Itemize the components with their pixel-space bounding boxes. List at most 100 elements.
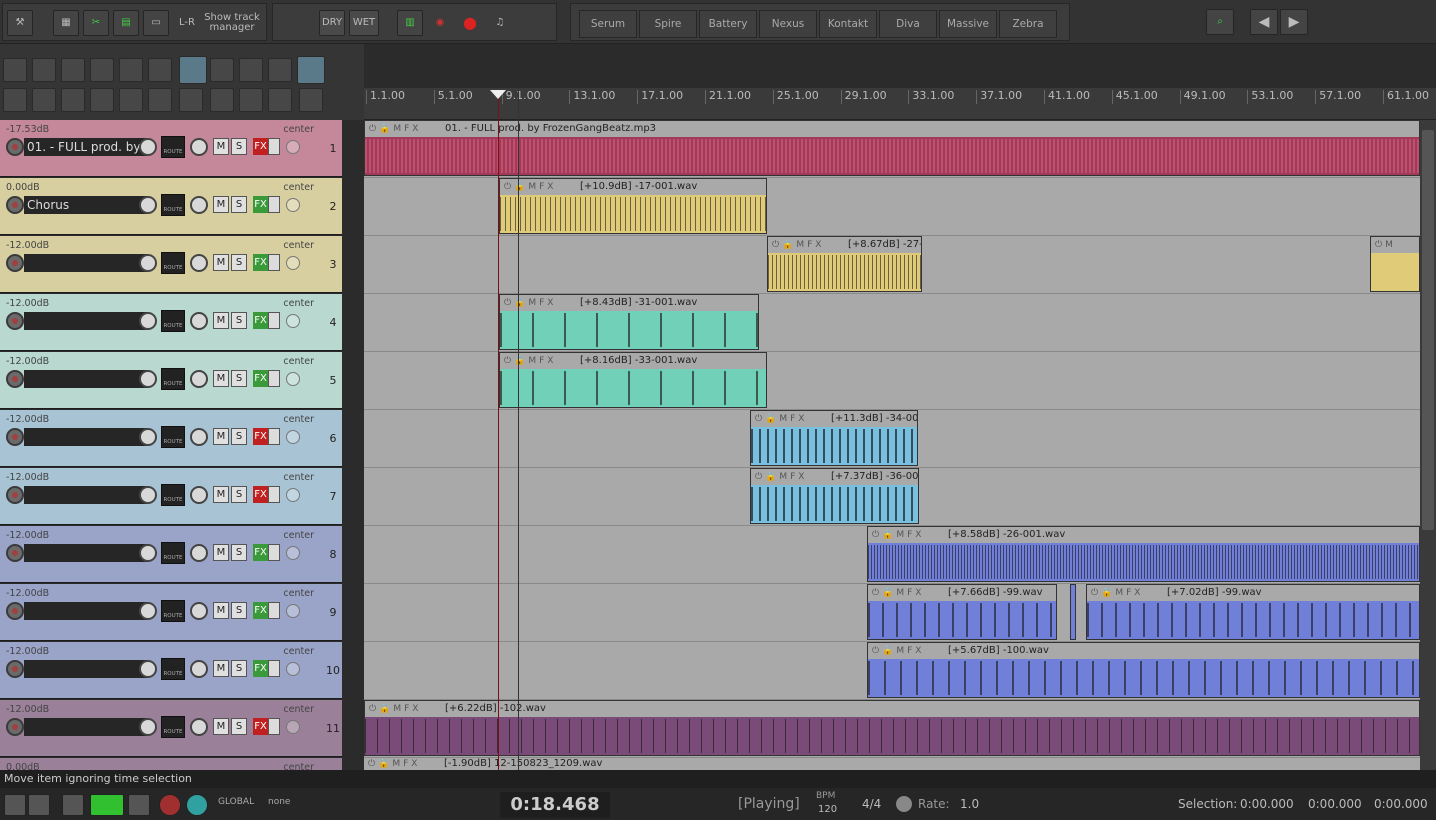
record-arm-button[interactable] <box>6 544 24 562</box>
info-icon[interactable] <box>90 58 114 82</box>
mute-button[interactable]: M <box>213 602 229 619</box>
time-signature[interactable]: 4/4 <box>862 797 881 811</box>
record-arm-icon[interactable]: ● <box>457 10 483 36</box>
media-item[interactable]: [+6.22dB] -102.wav ⏻🔒MFX <box>364 700 1420 756</box>
selection-end[interactable]: 0:00.000 <box>1308 797 1362 811</box>
track-name-field[interactable] <box>24 718 148 736</box>
mute-item-icon[interactable] <box>61 88 85 112</box>
render-icon[interactable] <box>61 58 85 82</box>
fx-button[interactable]: FX <box>253 602 268 619</box>
mute-button[interactable]: M <box>213 254 229 271</box>
fx-bypass-button[interactable] <box>268 544 280 561</box>
media-item[interactable]: [+11.3dB] -34-00... ⏻🔒MFX <box>750 410 918 466</box>
scroll-left-icon[interactable]: ◀ <box>1250 9 1278 35</box>
lips-icon[interactable] <box>32 88 56 112</box>
phase-icon[interactable] <box>286 430 300 444</box>
track-9[interactable]: -12.00dB center ROUTE M S FX 9 <box>0 584 342 641</box>
automation-mode-select[interactable]: none <box>268 797 290 807</box>
fx-bypass-button[interactable] <box>268 138 280 155</box>
solo-button[interactable]: S <box>231 544 247 561</box>
solo-button[interactable]: S <box>231 196 247 213</box>
fx-button[interactable]: FX <box>253 486 268 503</box>
grid-icon[interactable] <box>268 58 292 82</box>
wet-button[interactable]: WET <box>349 10 379 36</box>
phase-icon[interactable] <box>286 372 300 386</box>
track-12[interactable]: 0.00dB center ROUTE M S FX 12 <box>0 758 342 770</box>
track-name-field[interactable]: 01. - FULL prod. by F <box>24 138 148 156</box>
media-item[interactable]: [+10.9dB] -17-001.wav ⏻🔒MFX <box>499 178 767 234</box>
pause-icon[interactable] <box>128 794 150 816</box>
palette-icon[interactable] <box>239 88 263 112</box>
track-6[interactable]: -12.00dB center ROUTE M S FX 6 <box>0 410 342 467</box>
record-arm-button[interactable] <box>6 254 24 272</box>
route-button[interactable]: ROUTE <box>161 484 185 506</box>
media-item[interactable]: [+8.16dB] -33-001.wav ⏻🔒MFX <box>499 352 767 408</box>
rate-value[interactable]: 1.0 <box>960 797 979 811</box>
mute-button[interactable]: M <box>213 312 229 329</box>
timeline-ruler[interactable]: 1.1.00 5.1.00 9.1.00 13.1.00 17.1.00 21.1.00 2… <box>364 88 1436 120</box>
volume-knob[interactable] <box>139 312 157 330</box>
volume-knob[interactable] <box>139 486 157 504</box>
media-item[interactable]: [+7.02dB] -99.wav ⏻🔒MFX <box>1086 584 1420 640</box>
fx-bypass-button[interactable] <box>268 254 280 271</box>
track-name-field[interactable] <box>24 602 148 620</box>
plugin-spire-button[interactable]: Spire <box>639 10 697 38</box>
fx-button[interactable]: FX <box>253 660 268 677</box>
media-item[interactable]: [-1.90dB] 12-150823_1209.wav ⏻🔒MFX <box>364 758 1420 770</box>
screen-icon[interactable] <box>299 88 323 112</box>
selection-start[interactable]: 0:00.000 <box>1240 797 1294 811</box>
mute-button[interactable]: M <box>213 138 229 155</box>
track-name-field[interactable] <box>24 428 148 446</box>
phase-icon[interactable] <box>286 546 300 560</box>
plugin-diva-button[interactable]: Diva <box>879 10 937 38</box>
pan-knob[interactable] <box>190 718 208 736</box>
record-arm-button[interactable] <box>6 312 24 330</box>
track-7[interactable]: -12.00dB center ROUTE M S FX 7 <box>0 468 342 525</box>
volume-knob[interactable] <box>139 254 157 272</box>
phase-icon[interactable] <box>286 488 300 502</box>
show-track-manager-button[interactable]: Show track manager <box>203 10 261 36</box>
track-name-field[interactable] <box>24 660 148 678</box>
track-name-field[interactable] <box>24 312 148 330</box>
phase-icon[interactable] <box>286 314 300 328</box>
phase-icon[interactable] <box>286 604 300 618</box>
hand-icon[interactable] <box>210 58 234 82</box>
envelope-icon[interactable] <box>119 58 143 82</box>
record-arm-button[interactable] <box>6 602 24 620</box>
guitar-icon[interactable]: ♫ <box>487 10 513 36</box>
mute-button[interactable]: M <box>213 196 229 213</box>
record-arm-button[interactable] <box>6 428 24 446</box>
mute-button[interactable]: M <box>213 486 229 503</box>
fx-bypass-button[interactable] <box>268 602 280 619</box>
track-2[interactable]: 0.00dB center Chorus ROUTE M S FX 2 <box>0 178 342 235</box>
plugin-nexus-button[interactable]: Nexus <box>759 10 817 38</box>
mute-button[interactable]: M <box>213 428 229 445</box>
fx-button[interactable]: FX <box>253 196 268 213</box>
repeat-icon[interactable] <box>186 794 208 816</box>
pan-knob[interactable] <box>190 544 208 562</box>
record-arm-button[interactable] <box>6 718 24 736</box>
go-to-end-icon[interactable] <box>28 794 50 816</box>
fx-button[interactable]: FX <box>253 428 268 445</box>
pan-knob[interactable] <box>190 370 208 388</box>
solo-button[interactable]: S <box>231 370 247 387</box>
route-button[interactable]: ROUTE <box>161 310 185 332</box>
record-arm-button[interactable] <box>6 486 24 504</box>
mute-button[interactable]: M <box>213 370 229 387</box>
media-item[interactable]: [+8.58dB] -26-001.wav ⏻🔒MFX <box>867 526 1420 582</box>
pan-knob[interactable] <box>190 660 208 678</box>
pan-knob[interactable] <box>190 312 208 330</box>
media-item[interactable] <box>1070 584 1076 640</box>
fx-bypass-button[interactable] <box>268 370 280 387</box>
volume-knob[interactable] <box>139 370 157 388</box>
solo-button[interactable]: S <box>231 312 247 329</box>
phase-icon[interactable] <box>286 662 300 676</box>
go-to-start-icon[interactable] <box>4 794 26 816</box>
record-arm-button[interactable] <box>6 196 24 214</box>
move-icon[interactable] <box>239 58 263 82</box>
fx-bypass-button[interactable] <box>268 486 280 503</box>
track-name-field[interactable] <box>24 254 148 272</box>
track-8[interactable]: -12.00dB center ROUTE M S FX 8 <box>0 526 342 583</box>
new-item-icon[interactable] <box>3 58 27 82</box>
phase-icon[interactable] <box>286 140 300 154</box>
